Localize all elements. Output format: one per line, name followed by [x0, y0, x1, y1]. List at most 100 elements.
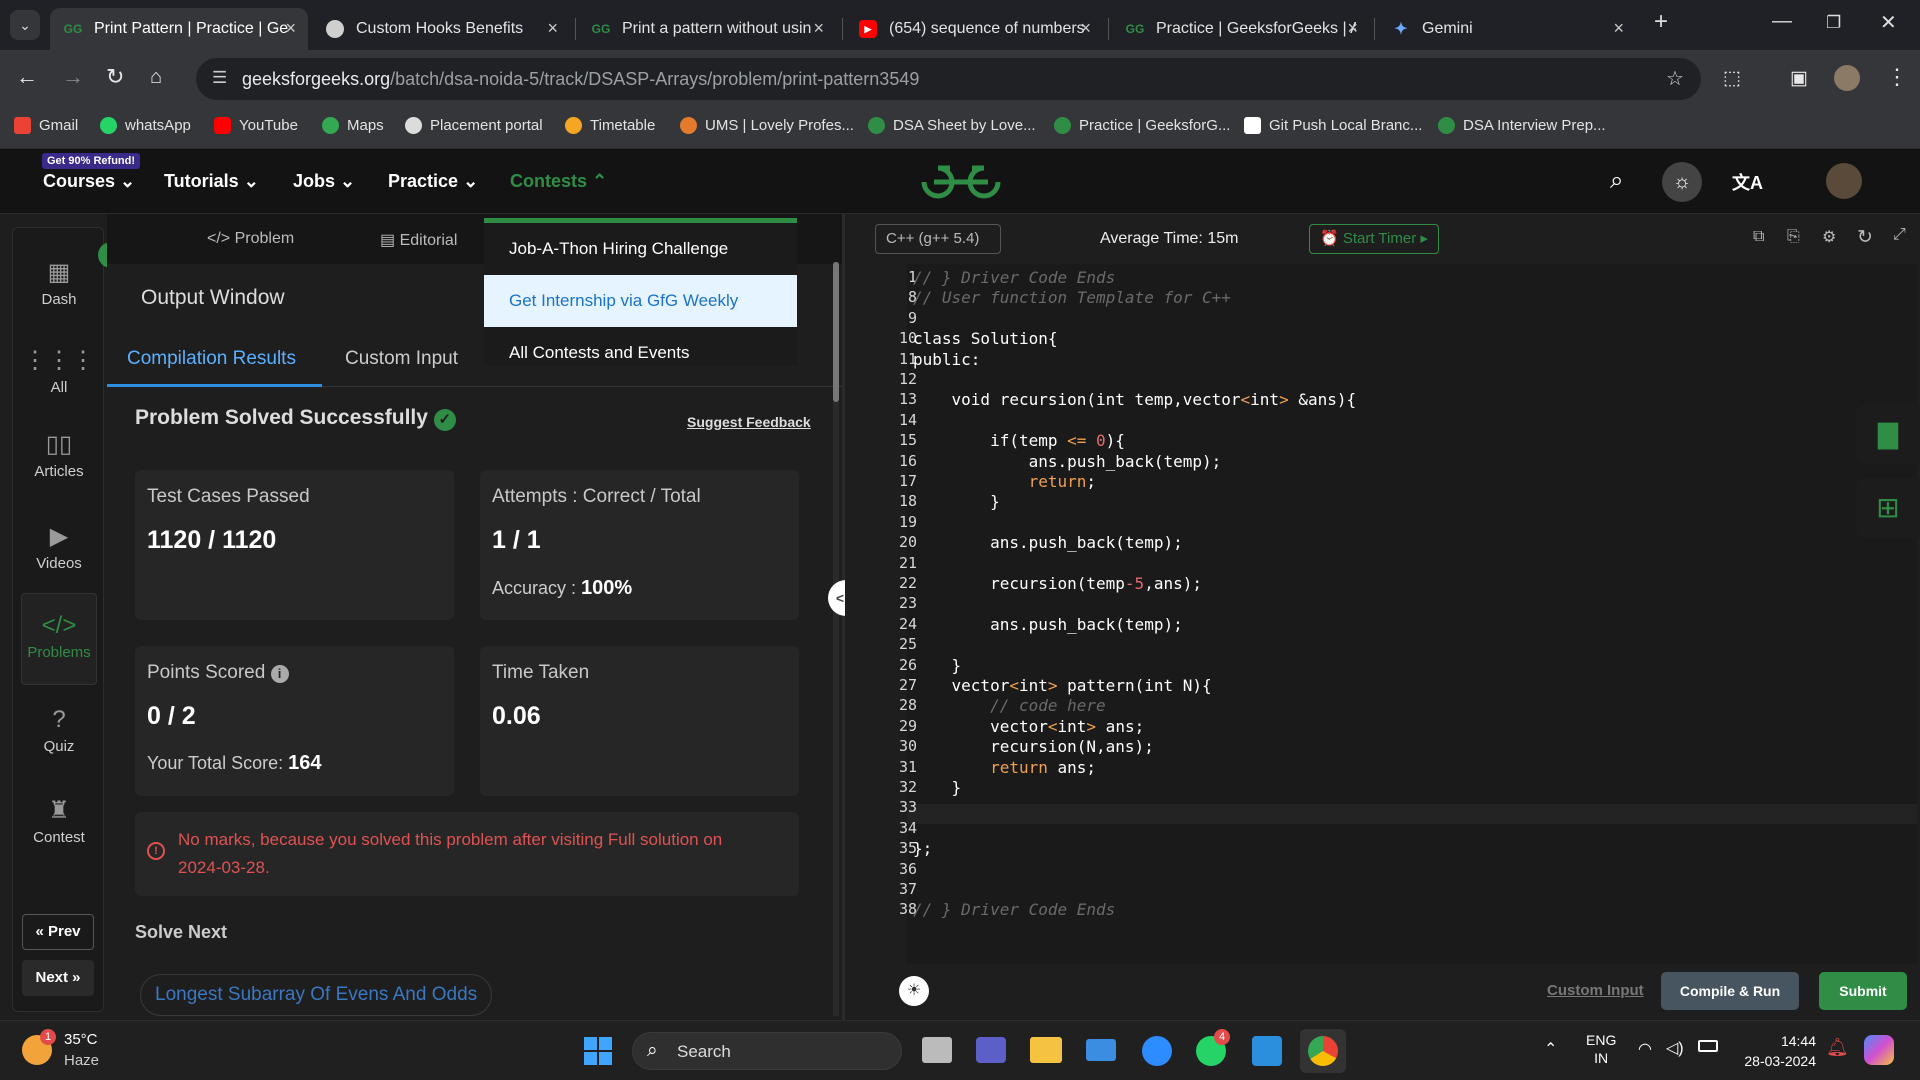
add-note-float-button[interactable]: ⊞ — [1856, 478, 1920, 538]
nav-practice[interactable]: Practice ⌄ — [388, 171, 478, 192]
code-line[interactable]: class Solution{ — [913, 329, 1058, 348]
site-info-icon[interactable]: ☰ — [212, 68, 227, 88]
dropdown-internship[interactable]: Get Internship via GfG Weekly — [484, 275, 797, 327]
rail-dash[interactable]: ▦ Dash — [13, 258, 105, 308]
forward-icon[interactable]: → — [62, 64, 84, 90]
info-icon[interactable]: i — [270, 665, 289, 683]
vscode-icon[interactable] — [1252, 1036, 1282, 1066]
teams-icon[interactable] — [976, 1037, 1006, 1063]
battery-icon[interactable] — [1698, 1040, 1718, 1052]
code-line[interactable]: ans.push_back(temp); — [913, 452, 1222, 471]
code-line[interactable]: public: — [913, 350, 980, 369]
start-button[interactable] — [584, 1037, 612, 1065]
language-select[interactable]: C++ (g++ 5.4) — [875, 224, 1001, 254]
start-timer-button[interactable]: ⏰ Start Timer ▸ — [1309, 224, 1439, 254]
close-icon[interactable]: × — [547, 18, 558, 39]
code-line[interactable]: return ans; — [913, 758, 1096, 777]
code-line[interactable]: void recursion(int temp,vector<int> &ans… — [913, 390, 1357, 409]
new-tab-button[interactable]: + — [1654, 8, 1668, 36]
language-indicator[interactable]: ENG IN — [1586, 1031, 1616, 1067]
notification-bell-icon[interactable]: 🔔︎ — [1826, 1037, 1849, 1058]
nav-tutorials[interactable]: Tutorials ⌄ — [164, 171, 259, 192]
code-lines[interactable]: 1// } Driver Code Ends 8// User function … — [845, 264, 1920, 964]
tab-compilation-results[interactable]: Compilation Results — [127, 348, 296, 370]
bookmark-star-icon[interactable]: ☆ — [1666, 66, 1684, 91]
rail-quiz[interactable]: ? Quiz — [13, 706, 105, 755]
nav-courses[interactable]: Courses ⌄ — [43, 171, 135, 192]
bookmark-dsa-interview[interactable]: DSA Interview Prep... — [1438, 117, 1606, 134]
code-line[interactable]: ans.push_back(temp); — [913, 533, 1183, 552]
suggest-feedback-link[interactable]: Suggest Feedback — [687, 414, 811, 430]
rail-videos[interactable]: ▶ Videos — [13, 522, 105, 572]
nav-contests[interactable]: Contests ⌃ — [510, 171, 607, 192]
close-icon[interactable]: × — [1347, 18, 1358, 39]
bookmark-youtube[interactable]: YouTube — [214, 117, 298, 134]
tab-problem[interactable]: </> Problem — [207, 230, 294, 248]
code-line[interactable]: // User function Template for C++ — [913, 288, 1231, 307]
tab-editorial[interactable]: ▤ Editorial — [380, 230, 457, 250]
show-hidden-icons[interactable]: ⌃ — [1544, 1039, 1557, 1059]
tab-custom-hooks[interactable]: Custom Hooks Benefits × — [312, 8, 570, 50]
code-line[interactable]: } — [913, 778, 962, 797]
fullscreen-icon[interactable]: ⤢ — [1893, 226, 1906, 244]
code-line[interactable]: ans.push_back(temp); — [913, 615, 1183, 634]
reset-icon[interactable]: ↻ — [1857, 226, 1873, 249]
file-explorer-icon[interactable] — [1030, 1037, 1062, 1063]
close-icon[interactable]: × — [813, 18, 824, 39]
compile-run-button[interactable]: Compile & Run — [1661, 972, 1799, 1010]
copilot-icon[interactable] — [1864, 1035, 1894, 1065]
code-line[interactable]: if(temp <= 0){ — [913, 431, 1125, 450]
prev-button[interactable]: « Prev — [22, 914, 94, 950]
translate-icon[interactable]: 文A — [1732, 169, 1763, 195]
nav-jobs[interactable]: Jobs ⌄ — [293, 171, 355, 192]
chrome-icon[interactable] — [1300, 1029, 1346, 1073]
code-line[interactable]: } — [913, 656, 962, 675]
side-panel-icon[interactable]: ▣ — [1790, 67, 1808, 90]
clock[interactable]: 14:44 28-03-2024 — [1736, 1031, 1816, 1071]
bookmark-placement[interactable]: Placement portal — [405, 117, 543, 134]
wifi-icon[interactable]: ◠ — [1638, 1039, 1652, 1059]
code-line[interactable]: recursion(temp-5,ans); — [913, 574, 1202, 593]
gfg-logo[interactable] — [920, 163, 1002, 201]
tab-youtube[interactable]: ▶ (654) sequence of numbers × — [845, 8, 1103, 50]
minimize-button[interactable]: — — [1772, 10, 1792, 33]
tab-gemini[interactable]: ✦ Gemini × — [1378, 8, 1636, 50]
volume-icon[interactable]: ◁) — [1666, 1038, 1684, 1058]
code-line[interactable]: vector<int> ans; — [913, 717, 1144, 736]
code-line[interactable]: } — [913, 492, 1000, 511]
dropdown-job-a-thon[interactable]: Job-A-Thon Hiring Challenge — [484, 223, 797, 275]
chat-float-button[interactable]: ▇ — [1856, 404, 1920, 464]
tab-print-pattern[interactable]: GG Print Pattern | Practice | Ge × — [50, 8, 308, 50]
bookmark-maps[interactable]: Maps — [322, 117, 384, 134]
bookmark-ums[interactable]: UMS | Lovely Profes... — [680, 117, 854, 134]
next-problem-chip[interactable]: Longest Subarray Of Evens And Odds — [140, 974, 493, 1016]
next-button[interactable]: Next » — [22, 960, 94, 996]
bookmark-whatsapp[interactable]: whatsApp — [100, 117, 191, 134]
code-line[interactable]: }; — [913, 839, 932, 858]
bookmark-practice[interactable]: Practice | GeeksforG... — [1054, 117, 1230, 134]
close-icon[interactable]: × — [1080, 18, 1091, 39]
rail-contest[interactable]: ♜ Contest — [13, 796, 105, 846]
reload-icon[interactable]: ↻ — [106, 64, 124, 90]
close-window-button[interactable]: ✕ — [1880, 10, 1897, 35]
tab-custom-input[interactable]: Custom Input — [345, 348, 458, 370]
theme-toggle-button[interactable]: ☼ — [1662, 162, 1702, 202]
copy-icon[interactable]: ⧉ — [1753, 228, 1764, 246]
pane-scrollbar[interactable] — [833, 262, 839, 1016]
profile-avatar[interactable] — [1834, 65, 1860, 91]
zoom-icon[interactable] — [1142, 1036, 1172, 1066]
address-bar[interactable]: ☰ geeksforgeeks.org/batch/dsa-noida-5/tr… — [196, 58, 1701, 100]
code-line[interactable]: // } Driver Code Ends — [913, 268, 1115, 287]
code-line[interactable]: recursion(N,ans); — [913, 737, 1154, 756]
tab-print-pattern-without[interactable]: GG Print a pattern without usin × — [578, 8, 836, 50]
code-line[interactable]: vector<int> pattern(int N){ — [913, 676, 1212, 695]
tab-practice[interactable]: GG Practice | GeeksforGeeks | A × — [1112, 8, 1370, 50]
bookmark-gmail[interactable]: Gmail — [14, 117, 78, 134]
bookmark-timetable[interactable]: Timetable — [565, 117, 655, 134]
extensions-icon[interactable]: ⬚ — [1723, 67, 1741, 90]
menu-icon[interactable]: ⋮ — [1886, 64, 1908, 90]
code-line[interactable]: // } Driver Code Ends — [913, 900, 1115, 919]
back-icon[interactable]: ← — [16, 64, 38, 90]
hint-bulb-icon[interactable]: ☀ — [899, 976, 929, 1006]
taskbar-search[interactable]: ⌕ Search — [632, 1032, 902, 1070]
